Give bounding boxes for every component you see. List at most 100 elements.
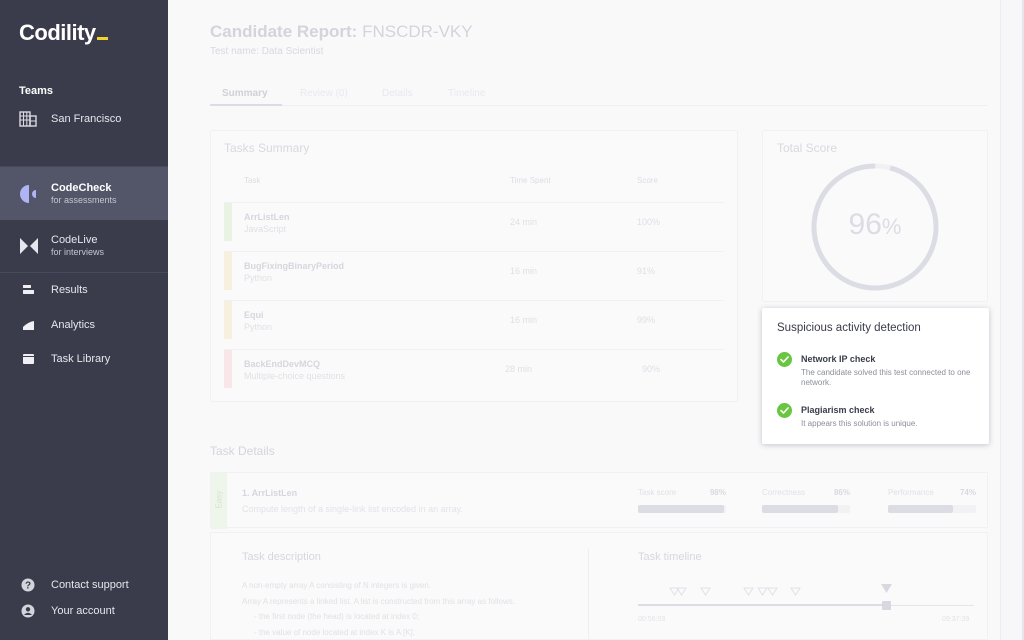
- test-name: Test name: Data Scientist: [210, 46, 324, 57]
- sidebar: Codility Teams San Francisco CodeCheck f…: [0, 0, 168, 640]
- task-score: 90%: [642, 364, 661, 374]
- task-name: BackEndDevMCQ: [244, 359, 321, 369]
- task-time: 28 min: [505, 364, 533, 374]
- logo-text: Codility: [19, 20, 96, 45]
- metric-label: Task score: [638, 488, 677, 497]
- description-line: Array A represents a linked list. A list…: [242, 597, 515, 606]
- timeline-event-marker-icon[interactable]: [790, 587, 802, 596]
- difficulty-badge: Easy: [211, 473, 227, 529]
- tab-summary[interactable]: Summary: [222, 88, 268, 99]
- sidebar-item-codecheck[interactable]: CodeCheck for assessments: [0, 167, 168, 220]
- column-header-time: Time Spent: [510, 176, 551, 185]
- teams-label: Teams: [19, 85, 54, 97]
- metric-label: Performance: [888, 488, 934, 497]
- total-score-value: 96%: [810, 208, 940, 242]
- bottom-label: Your account: [51, 605, 115, 617]
- description-line: - the first node (the head) is located a…: [254, 612, 419, 621]
- task-score: 99%: [637, 315, 656, 325]
- tab-timeline[interactable]: Timeline: [448, 88, 485, 99]
- score-unit: %: [881, 214, 902, 239]
- metric-fill: [638, 505, 725, 513]
- account-icon: [21, 604, 35, 618]
- task-details-title: Task Details: [210, 444, 275, 458]
- table-row[interactable]: BugFixingBinaryPeriod Python 16 min 91%: [224, 251, 724, 290]
- product-name: CodeCheck: [51, 181, 112, 194]
- metric-value: 86%: [833, 488, 850, 497]
- tab-details[interactable]: Details: [382, 88, 413, 99]
- bottom-label: Contact support: [51, 579, 129, 591]
- popup-title: Suspicious activity detection: [777, 322, 921, 334]
- analytics-icon: [23, 321, 34, 330]
- metric-track: [762, 505, 850, 513]
- page-title: Candidate Report: FNSCDR-VKY: [210, 22, 473, 42]
- task-detail-summary: Compute length of a single-link list enc…: [242, 504, 463, 514]
- metric-track: [888, 505, 976, 513]
- title-label: Candidate Report:: [210, 22, 358, 41]
- divider: [588, 549, 589, 640]
- contact-support-link[interactable]: ? Contact support: [21, 578, 129, 592]
- task-language: Multiple-choice questions: [244, 371, 346, 381]
- task-detail-row[interactable]: Easy 1. ArrListLen Compute length of a s…: [210, 472, 988, 529]
- timeline-handle[interactable]: [882, 601, 892, 610]
- task-score: 91%: [637, 266, 656, 276]
- divider: [0, 272, 168, 273]
- results-icon: [23, 285, 34, 294]
- sidebar-item-task-library[interactable]: Task Library: [22, 353, 110, 365]
- scrollbar-edge: [1000, 0, 1024, 640]
- sidebar-item-analytics[interactable]: Analytics: [22, 319, 95, 331]
- metric-fill: [762, 505, 838, 513]
- column-header-score: Score: [637, 176, 658, 185]
- timeline-event-marker-icon[interactable]: [676, 587, 688, 596]
- plagiarism-check-description: It appears this solution is unique.: [801, 419, 918, 428]
- column-header-task: Task: [244, 176, 261, 185]
- codility-logo[interactable]: Codility: [19, 20, 108, 46]
- active-tab-indicator: [210, 104, 282, 106]
- metric-fill: [888, 505, 954, 513]
- task-language: Python: [244, 322, 273, 332]
- tasks-summary-title: Tasks Summary: [224, 141, 310, 155]
- timeline-event-marker-icon[interactable]: [743, 587, 755, 596]
- task-language: JavaScript: [244, 224, 287, 234]
- timeline-current-marker-icon: [881, 584, 893, 593]
- table-row[interactable]: Equi Python 16 min 99%: [224, 300, 724, 339]
- report-tabs: Summary Review (0) Details Timeline: [210, 86, 988, 106]
- task-name: Equi: [244, 310, 264, 320]
- product-name: CodeLive: [51, 233, 98, 246]
- sidebar-item-results[interactable]: Results: [22, 284, 88, 296]
- timeline-progress: [638, 604, 887, 606]
- tab-review[interactable]: Review (0): [300, 88, 348, 99]
- network-ip-check-description: The candidate solved this test connected…: [801, 368, 971, 387]
- nav-label: Results: [51, 284, 88, 296]
- timeline-start-time: 00:56:03: [638, 616, 666, 623]
- metric-value: 74%: [959, 488, 976, 497]
- codecheck-icon: [20, 184, 36, 203]
- candidate-id: FNSCDR-VKY: [362, 22, 473, 41]
- sidebar-item-san-francisco[interactable]: San Francisco: [19, 111, 121, 127]
- timeline-event-marker-icon[interactable]: [766, 587, 778, 596]
- task-time: 16 min: [510, 266, 538, 276]
- codelive-icon: [20, 237, 38, 254]
- team-label: San Francisco: [51, 113, 122, 125]
- help-icon: ?: [21, 578, 35, 592]
- description-line: A non-empty array A consisting of N inte…: [242, 581, 431, 590]
- svg-text:?: ?: [25, 581, 31, 592]
- metric-label: Correctness: [762, 488, 806, 497]
- metric-track: [638, 505, 726, 513]
- task-score: 100%: [637, 217, 661, 227]
- your-account-link[interactable]: Your account: [21, 604, 115, 618]
- table-row[interactable]: BackEndDevMCQ Multiple-choice questions …: [224, 349, 724, 388]
- product-subtitle: for interviews: [51, 246, 105, 257]
- score-number: 96: [848, 208, 882, 241]
- timeline-event-marker-icon[interactable]: [699, 587, 711, 596]
- task-name: BugFixingBinaryPeriod: [244, 261, 345, 271]
- task-library-icon: [23, 354, 34, 364]
- description-line: - the value of node located at index K i…: [254, 628, 415, 637]
- check-passed-icon: [777, 352, 792, 367]
- task-detail-name: 1. ArrListLen: [242, 488, 298, 498]
- table-row[interactable]: ArrListLen JavaScript 24 min 100%: [224, 202, 724, 241]
- logo-cursor-icon: [96, 37, 108, 40]
- network-ip-check-title: Network IP check: [801, 354, 876, 364]
- task-language: Python: [244, 273, 273, 283]
- sidebar-item-codelive[interactable]: CodeLive for interviews: [0, 219, 168, 272]
- product-subtitle: for assessments: [51, 194, 117, 205]
